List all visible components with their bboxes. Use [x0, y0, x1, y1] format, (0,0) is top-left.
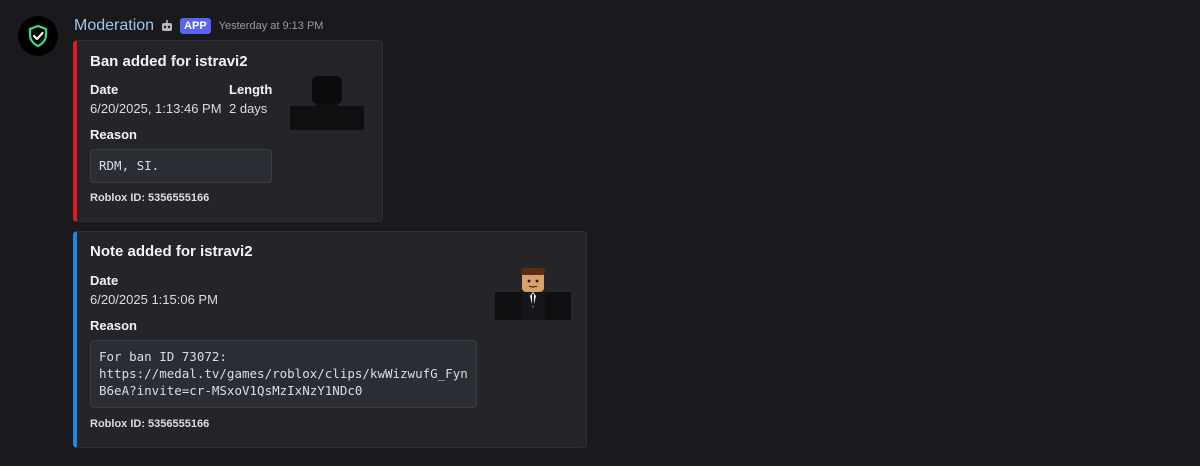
- embed-title: Note added for istravi2: [90, 243, 253, 260]
- roblox-avatar-thumbnail[interactable]: [493, 264, 573, 322]
- field-date-name: Date: [90, 82, 119, 97]
- reason-code-block: For ban ID 73072: https://medal.tv/games…: [90, 340, 477, 408]
- robot-icon: [160, 20, 174, 32]
- reason-code-block: RDM, SI.: [90, 149, 272, 183]
- embed-footer: Roblox ID: 5356555166: [90, 418, 210, 430]
- message-header: Moderation APP Yesterday at 9:13 PM: [74, 16, 323, 36]
- embed-footer: Roblox ID: 5356555166: [90, 192, 210, 204]
- app-tag-badge: APP: [180, 18, 211, 34]
- field-length-value: 2 days: [229, 101, 268, 116]
- field-date-value: 6/20/2025, 1:13:46 PM: [90, 101, 222, 116]
- embed-title: Ban added for istravi2: [90, 53, 248, 70]
- message-timestamp[interactable]: Yesterday at 9:13 PM: [219, 20, 324, 32]
- roblox-avatar-thumbnail[interactable]: [286, 72, 368, 134]
- field-date-name: Date: [90, 273, 119, 288]
- author-username[interactable]: Moderation: [74, 17, 154, 35]
- ban-embed: Ban added for istravi2 Date 6/20/2025, 1…: [73, 40, 383, 222]
- shield-check-icon: [28, 25, 48, 47]
- note-embed: Note added for istravi2 Date 6/20/2025 1…: [73, 231, 587, 448]
- field-reason-name: Reason: [90, 127, 137, 142]
- bot-avatar[interactable]: [18, 16, 58, 56]
- field-reason-name: Reason: [90, 318, 137, 333]
- field-date-value: 6/20/2025 1:15:06 PM: [90, 292, 218, 307]
- field-length-name: Length: [229, 82, 273, 97]
